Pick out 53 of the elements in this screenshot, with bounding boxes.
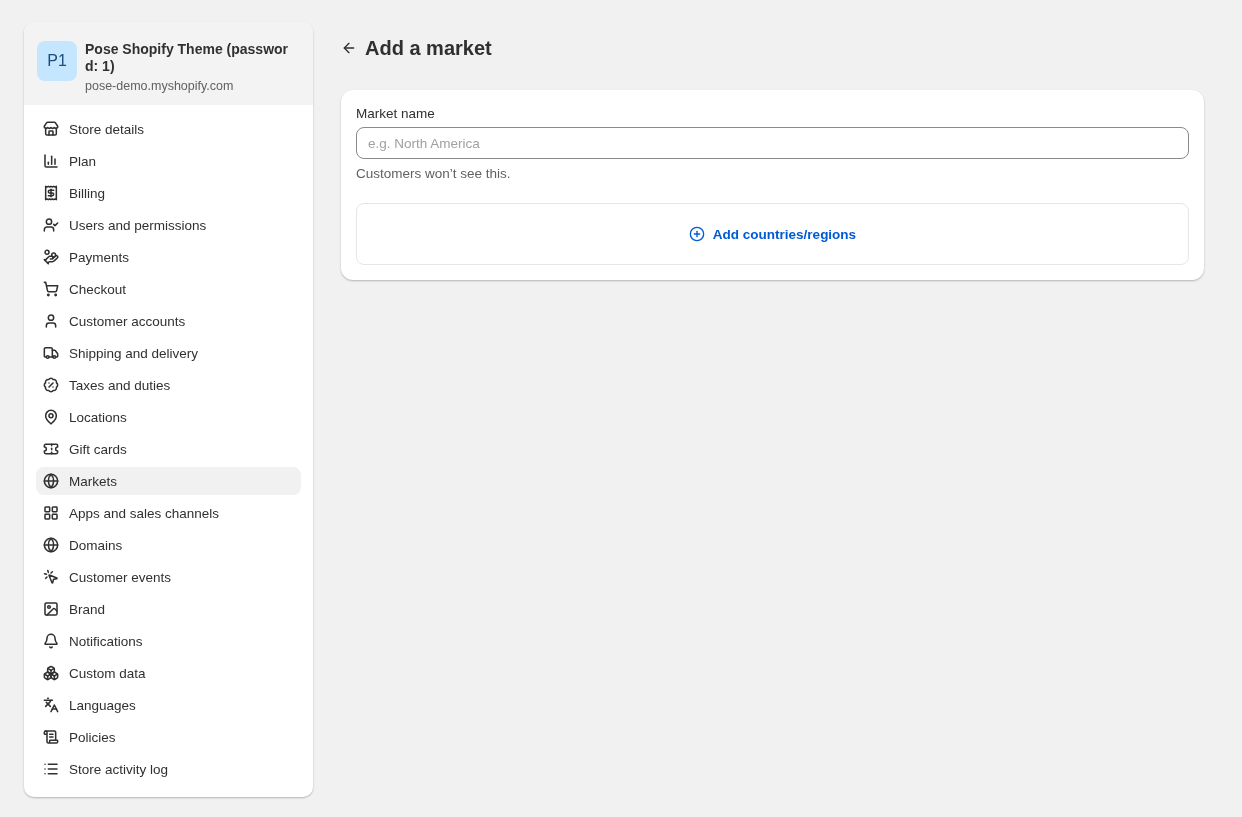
globe-icon bbox=[43, 473, 59, 489]
sidebar-item[interactable]: Gift cards bbox=[36, 435, 301, 463]
user-check-icon bbox=[43, 217, 59, 233]
add-countries-button[interactable]: Add countries/regions bbox=[682, 225, 863, 243]
sidebar-item[interactable]: Brand bbox=[36, 595, 301, 623]
sidebar-item[interactable]: Apps and sales channels bbox=[36, 499, 301, 527]
sidebar-item[interactable]: Domains bbox=[36, 531, 301, 559]
image-icon bbox=[43, 601, 59, 617]
sidebar-item[interactable]: Shipping and delivery bbox=[36, 339, 301, 367]
truck-icon bbox=[43, 345, 59, 361]
store-avatar: P1 bbox=[37, 41, 77, 81]
user-icon bbox=[43, 313, 59, 329]
percent-badge-icon bbox=[43, 377, 59, 393]
sidebar-item[interactable]: Locations bbox=[36, 403, 301, 431]
sidebar-item[interactable]: Plan bbox=[36, 147, 301, 175]
sidebar-item[interactable]: Customer accounts bbox=[36, 307, 301, 335]
bar-chart-icon bbox=[43, 153, 59, 169]
ticket-icon bbox=[43, 441, 59, 457]
plus-circle-icon bbox=[688, 226, 705, 242]
sidebar-item[interactable]: Payments bbox=[36, 243, 301, 271]
sidebar-item[interactable]: Store activity log bbox=[36, 755, 301, 783]
store-name: Pose Shopify Theme (passwor d: 1) bbox=[85, 41, 290, 75]
map-pin-icon bbox=[43, 409, 59, 425]
sidebar-item[interactable]: Notifications bbox=[36, 627, 301, 655]
bell-icon bbox=[43, 633, 59, 649]
help-text: Customers won’t see this. bbox=[356, 166, 512, 181]
sidebar-item[interactable]: Languages bbox=[36, 691, 301, 719]
receipt-icon bbox=[43, 185, 59, 201]
back-button[interactable] bbox=[341, 40, 357, 56]
sidebar-item[interactable]: Store details bbox=[36, 115, 301, 143]
sidebar-item[interactable]: Billing bbox=[36, 179, 301, 207]
sidebar-item[interactable]: Policies bbox=[36, 723, 301, 751]
store-icon bbox=[43, 121, 59, 137]
sidebar-item[interactable]: Checkout bbox=[36, 275, 301, 303]
list-icon bbox=[43, 761, 59, 777]
sidebar-item[interactable]: Customer events bbox=[36, 563, 301, 591]
market-name-field[interactable]: e.g. North America bbox=[356, 127, 1189, 159]
back-arrow-icon bbox=[341, 40, 357, 56]
languages-icon bbox=[43, 697, 59, 713]
sidebar-item[interactable]: Taxes and duties bbox=[36, 371, 301, 399]
boxes-icon bbox=[43, 665, 59, 681]
sidebar-item[interactable]: Custom data bbox=[36, 659, 301, 687]
store-domain: pose-demo.myshopify.com bbox=[85, 79, 235, 93]
sidebar-item[interactable]: Users and permissions bbox=[36, 211, 301, 239]
hand-coins-icon bbox=[43, 249, 59, 265]
grid-icon bbox=[43, 505, 59, 521]
scroll-icon bbox=[43, 729, 59, 745]
field-label: Market name bbox=[356, 106, 436, 121]
shopping-cart-icon bbox=[43, 281, 59, 297]
sidebar-item[interactable]: Markets bbox=[36, 467, 301, 495]
page-title: Add a market bbox=[365, 36, 492, 60]
pointer-click-icon bbox=[43, 569, 59, 585]
globe-icon bbox=[43, 537, 59, 553]
